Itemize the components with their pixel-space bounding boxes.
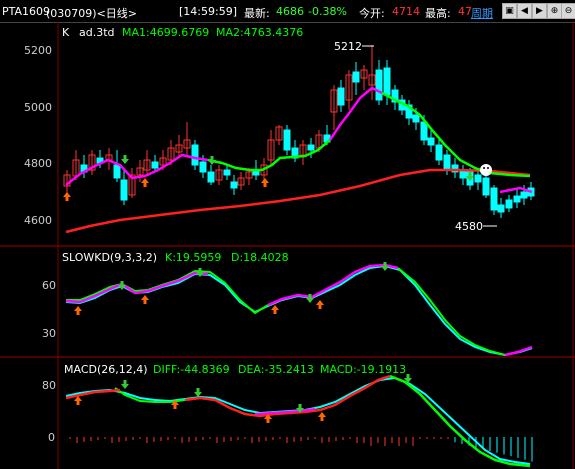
macd-dea-value: DEA:-35.2413 <box>238 363 314 376</box>
signal-arrow-icon <box>141 178 149 187</box>
candle-body <box>520 191 528 199</box>
signal-arrow-icon <box>316 300 324 309</box>
kd-k-line-green <box>66 269 269 315</box>
signal-arrow-icon <box>318 412 326 421</box>
candle-body <box>490 187 498 211</box>
candle-body <box>230 181 238 189</box>
kd-k-value: K:19.5959 <box>165 251 221 264</box>
candle-body <box>412 114 420 123</box>
ma1-line <box>499 186 533 194</box>
candle-body <box>497 204 505 213</box>
signal-arrow-icon <box>74 306 82 315</box>
candle-body <box>482 177 490 196</box>
chart-area[interactable]: K ad.3td MA1:4699.6769 MA2:4763.4376 520… <box>0 0 575 469</box>
kd-ytick: 60 <box>42 279 56 292</box>
kd-k-line-green <box>397 267 506 356</box>
face-icon <box>480 164 492 176</box>
candle-body <box>120 179 128 201</box>
signal-arrow-icon <box>141 295 149 304</box>
candle-body <box>283 129 291 151</box>
kd-title: SLOWKD(9,3,3,2) <box>62 251 157 264</box>
signal-arrow-icon <box>194 388 202 397</box>
macd-dea-line <box>65 376 531 465</box>
candle-body <box>505 199 513 209</box>
signal-arrow-icon <box>63 192 71 201</box>
macd-diff-line-green <box>389 374 531 468</box>
macd-diff-line <box>184 374 391 418</box>
candle-body <box>383 67 391 96</box>
kline-title-k: K <box>62 26 70 39</box>
kline-ytick: 4800 <box>24 157 52 170</box>
kline-ytick: 4600 <box>24 214 52 227</box>
kline-title-name: ad.3td <box>79 26 115 39</box>
candle-body <box>375 69 383 101</box>
candle-body <box>199 161 207 173</box>
macd-diff-value: DIFF:-44.8369 <box>153 363 230 376</box>
candle-body <box>352 71 360 83</box>
candle-body <box>151 161 159 169</box>
candle-body <box>420 121 428 141</box>
macd-histogram <box>69 437 533 462</box>
candle-body <box>435 144 443 161</box>
face-icon-eye <box>487 167 489 169</box>
kline-ytick: 5200 <box>24 44 52 57</box>
candle-body <box>474 174 482 183</box>
signal-arrow-icon <box>118 281 126 290</box>
signal-arrows-macd <box>74 374 412 423</box>
macd-title: MACD(26,12,4) <box>64 363 148 376</box>
macd-ytick: 0 <box>48 431 55 444</box>
signal-arrow-icon <box>271 305 279 314</box>
signal-arrow-icon <box>121 155 129 164</box>
face-icon-eye <box>483 167 485 169</box>
signal-arrow-icon <box>208 156 216 165</box>
kd-d-value: D:18.4028 <box>231 251 289 264</box>
candlestick-group <box>63 45 535 218</box>
high-marker: 5212 <box>334 40 362 53</box>
signal-arrow-icon <box>381 262 389 271</box>
candle-body <box>191 144 199 166</box>
candle-body <box>337 87 345 106</box>
candle-body <box>443 154 451 171</box>
signal-arrow-icon <box>121 380 129 389</box>
macd-ytick: 80 <box>42 379 56 392</box>
candle-body <box>207 171 215 183</box>
ma1-label: MA1:4699.6769 <box>122 26 209 39</box>
candle-body <box>113 164 121 179</box>
kd-d-line <box>65 264 533 357</box>
candle-body <box>427 137 435 146</box>
kd-k-line <box>504 345 533 357</box>
signal-arrow-icon <box>74 396 82 405</box>
candle-body <box>513 195 521 203</box>
signal-arrow-icon <box>196 268 204 277</box>
candle-body <box>223 169 231 176</box>
macd-macd-value: MACD:-19.1913 <box>320 363 406 376</box>
ma2-label: MA2:4763.4376 <box>216 26 303 39</box>
ma1-line-green <box>381 91 531 178</box>
low-marker: 4580 <box>455 220 483 233</box>
signal-arrows-kd <box>74 262 389 315</box>
kd-ytick: 30 <box>42 327 56 340</box>
candle-body <box>307 144 315 151</box>
kline-ytick: 5000 <box>24 101 52 114</box>
signal-arrow-icon <box>261 178 269 187</box>
